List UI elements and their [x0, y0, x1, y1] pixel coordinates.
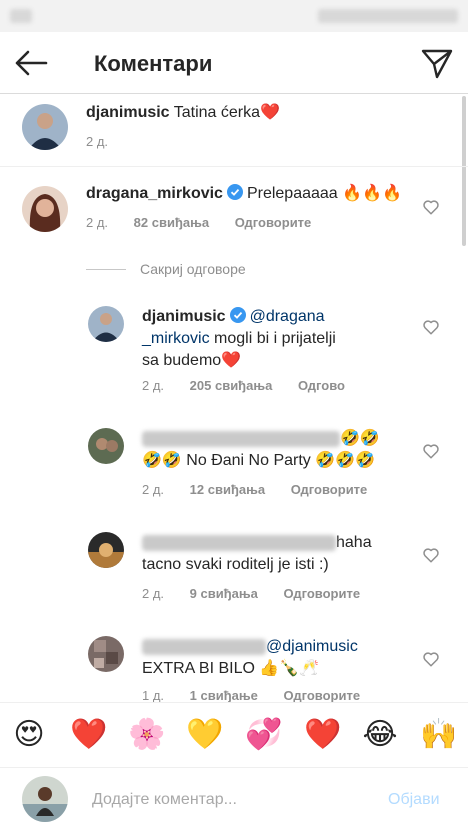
- emoji-heart-eyes[interactable]: 😍: [11, 717, 47, 753]
- status-icon: [10, 9, 32, 23]
- reply: 🤣🤣 🤣🤣 No Đani No Party 🤣🤣🤣 2 д. 12 свиђа…: [0, 422, 468, 506]
- back-arrow-icon[interactable]: [14, 48, 48, 78]
- my-avatar: [22, 776, 68, 822]
- comment-text: Prelepaaaaa: [246, 185, 338, 202]
- reply-mention-cont[interactable]: _mirkovic: [142, 330, 210, 347]
- laughing-emoji: 🤣🤣: [340, 430, 380, 447]
- emoji-revolving-hearts[interactable]: 💞: [245, 717, 282, 753]
- like-heart-icon[interactable]: [422, 650, 440, 668]
- reply-text: mogli bi i prijatelji: [209, 330, 336, 347]
- reply: @djanimusic EXTRA BI BILO 👍🍾🥂 1 д. 1 сви…: [0, 630, 468, 703]
- comment-composer: Објави: [0, 768, 468, 832]
- divider: [0, 166, 468, 167]
- emoji-blossom[interactable]: 🌸: [128, 717, 165, 753]
- heart-emoji: ❤️: [260, 104, 280, 121]
- hide-replies-toggle[interactable]: Сакриј одговоре: [86, 258, 386, 280]
- like-count[interactable]: 205 свиђања: [190, 378, 273, 393]
- avatar[interactable]: [88, 306, 124, 342]
- reply-mention[interactable]: @dragana: [250, 308, 325, 325]
- avatar[interactable]: [88, 636, 124, 672]
- reply: djanimusic @dragana _mirkovic mogli bi i …: [0, 296, 468, 400]
- hide-replies-line: [86, 269, 126, 270]
- reply-text: No Đani No Party: [181, 452, 316, 469]
- fire-emoji: 🔥🔥🔥: [342, 185, 402, 202]
- comment-input[interactable]: [92, 788, 372, 812]
- emoji-red-heart[interactable]: ❤️: [70, 717, 107, 753]
- reply-button[interactable]: Одговорите: [284, 586, 361, 601]
- like-count[interactable]: 9 свиђања: [190, 586, 258, 601]
- status-icons: [318, 9, 458, 23]
- blurred-username: [142, 430, 340, 447]
- reply-time: 2 д.: [142, 586, 165, 601]
- reply-button[interactable]: Одговорите: [291, 482, 368, 497]
- comment-time: 2 д.: [86, 134, 109, 149]
- emoji-red-heart-2[interactable]: ❤️: [304, 717, 341, 753]
- laughing-emoji: 🤣🤣🤣: [315, 452, 375, 469]
- comment: djanimusic Tatina ćerka❤️ 2 д.: [0, 96, 468, 166]
- reply-text-cont: tacno svaki roditelj je isti :): [142, 556, 329, 573]
- reply: haha tacno svaki roditelj je isti :) 2 д…: [0, 526, 468, 610]
- reply-text-cont: sa budemo: [142, 352, 222, 369]
- emoji-raising-hands[interactable]: 🙌: [420, 717, 457, 753]
- avatar[interactable]: [88, 532, 124, 568]
- reply-username[interactable]: djanimusic: [142, 308, 226, 325]
- reply-time: 1 д.: [142, 688, 165, 703]
- heart-emoji: ❤️: [221, 352, 242, 369]
- avatar[interactable]: [88, 428, 124, 464]
- blurred-username: [142, 638, 266, 655]
- like-count[interactable]: 12 свиђања: [190, 482, 265, 497]
- comment-text: Tatina ćerka: [173, 104, 260, 121]
- reply-time: 2 д.: [142, 482, 165, 497]
- like-count[interactable]: 82 свиђања: [134, 215, 209, 230]
- thumbs-champagne-emoji: 👍🍾🥂: [259, 660, 320, 677]
- reply-button[interactable]: Одгово: [298, 378, 345, 393]
- verified-badge-icon: [226, 184, 243, 200]
- like-heart-icon[interactable]: [422, 442, 440, 460]
- reply-button[interactable]: Одговорите: [235, 215, 312, 230]
- like-heart-icon[interactable]: [422, 198, 440, 216]
- emoji-joy[interactable]: 😂: [362, 717, 398, 753]
- avatar[interactable]: [22, 186, 68, 232]
- reply-text: EXTRA BI BILO: [142, 660, 260, 677]
- reply-mention[interactable]: @djanimusic: [266, 638, 358, 655]
- direct-send-icon[interactable]: [420, 46, 454, 80]
- avatar[interactable]: [22, 104, 68, 150]
- verified-badge-icon: [229, 307, 246, 323]
- blurred-username: [142, 534, 336, 551]
- comment-username[interactable]: dragana_mirkovic: [86, 185, 223, 202]
- status-bar: [0, 0, 468, 32]
- like-heart-icon[interactable]: [422, 546, 440, 564]
- reply-button[interactable]: Одговорите: [284, 688, 361, 703]
- comment: dragana_mirkovic Prelepaaaaa 🔥🔥🔥 2 д. 82 …: [0, 168, 468, 248]
- page-title: Коментари: [94, 51, 213, 76]
- comment-time: 2 д.: [86, 215, 109, 230]
- like-count[interactable]: 1 свиђање: [190, 688, 258, 703]
- like-heart-icon[interactable]: [422, 318, 440, 336]
- header: Коментари: [0, 32, 468, 94]
- post-button[interactable]: Објави: [388, 791, 440, 809]
- laughing-emoji: 🤣🤣: [142, 452, 182, 469]
- reply-time: 2 д.: [142, 378, 165, 393]
- emoji-quick-bar: 😍 ❤️ 🌸 💛 💞 ❤️ 😂 🙌: [0, 702, 468, 768]
- comment-username[interactable]: djanimusic: [86, 104, 170, 121]
- reply-text: haha: [336, 534, 372, 551]
- hide-replies-label: Сакриј одговоре: [140, 261, 246, 277]
- emoji-yellow-heart[interactable]: 💛: [186, 717, 223, 753]
